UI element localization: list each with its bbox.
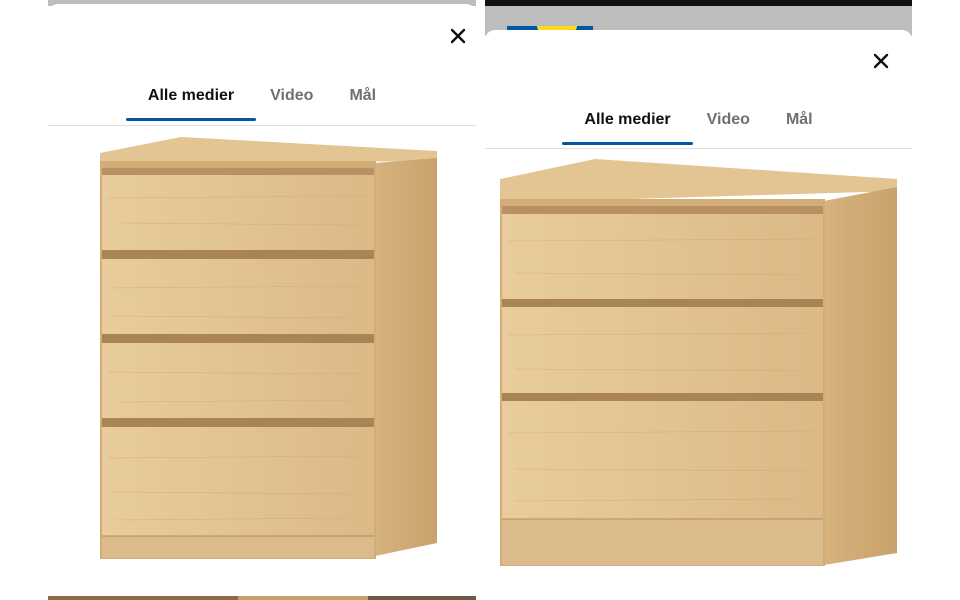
media-tabs: Alle medier Video Mål	[485, 111, 912, 145]
tab-divider	[48, 125, 476, 126]
close-button[interactable]	[867, 47, 895, 75]
thumbnail[interactable]	[368, 596, 476, 600]
tab-divider	[485, 148, 912, 149]
media-sheet: Alle medier Video Mål	[485, 30, 912, 600]
chest-of-drawers-4	[100, 137, 437, 559]
right-media-panel: Alle medier Video Mål	[485, 0, 912, 600]
media-sheet: Alle medier Video Mål	[48, 4, 476, 600]
close-icon	[450, 28, 466, 44]
product-image[interactable]	[48, 128, 476, 572]
tab-video[interactable]: Video	[252, 87, 331, 105]
thumbnail[interactable]	[238, 596, 368, 600]
product-image[interactable]	[485, 151, 912, 571]
thumbnail-strip	[48, 596, 476, 600]
tab-maal[interactable]: Mål	[331, 87, 394, 105]
close-icon	[873, 53, 889, 69]
close-button[interactable]	[444, 22, 472, 50]
tab-maal[interactable]: Mål	[768, 111, 831, 129]
left-media-panel: Alle medier Video Mål	[48, 0, 476, 600]
tab-alle-medier[interactable]: Alle medier	[562, 111, 693, 145]
tab-alle-medier[interactable]: Alle medier	[125, 87, 257, 121]
tab-video[interactable]: Video	[689, 111, 768, 129]
media-tabs: Alle medier Video Mål	[48, 87, 476, 121]
chest-of-drawers-3	[500, 159, 897, 566]
thumbnail[interactable]	[48, 596, 238, 600]
